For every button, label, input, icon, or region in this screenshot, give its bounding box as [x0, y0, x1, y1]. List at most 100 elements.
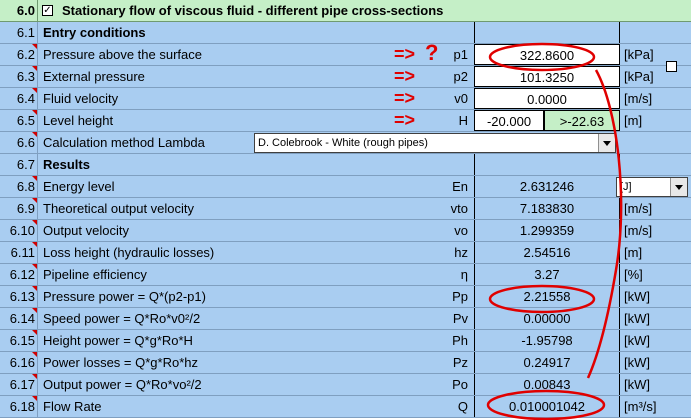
unit-label: [kW] [624, 377, 650, 392]
chevron-down-icon[interactable] [598, 134, 615, 152]
result-row: 6.11 Loss height (hydraulic losses) hz 2.54… [0, 242, 691, 264]
section-entry-conditions: 6.1 Entry conditions [0, 22, 691, 44]
row-number: 6.12 [0, 264, 38, 285]
result-row: 6.12 Pipeline efficiency η 3.27 [%] [0, 264, 691, 286]
row-number: 6.14 [0, 308, 38, 329]
unit-label: [m] [624, 245, 643, 260]
symbol: Q [457, 399, 468, 414]
spreadsheet-sheet: 6.0 ✓ Stationary flow of viscous fluid -… [0, 0, 691, 420]
entry-row: 6.6 Calculation method Lambda D. Colebrook… [0, 132, 691, 154]
unit-label: [m/s] [624, 201, 653, 216]
unit-label: [m³/s] [624, 399, 657, 414]
red-arrow-indicator: => [394, 44, 416, 64]
row-label: Fluid velocity [43, 91, 119, 106]
section-title: Entry conditions [43, 25, 146, 40]
result-row: 6.9 Theoretical output velocity vto 7.18383… [0, 198, 691, 220]
row-number: 6.17 [0, 374, 38, 395]
row-number: 6.8 [0, 176, 38, 197]
dropdown-value: D. Colebrook - White (rough pipes) [258, 137, 428, 149]
row-label: Pressure power = Q*(p2-p1) [43, 289, 206, 304]
result-value: 2.21558 [474, 286, 620, 307]
entry-value-column [474, 22, 620, 43]
row-number: 6.10 [0, 220, 38, 241]
section-results: 6.7 Results [0, 154, 691, 176]
row-number: 6.4 [0, 88, 38, 109]
result-value: -1.95798 [474, 330, 620, 351]
row-label: Level height [43, 113, 114, 128]
comment-marker-icon [32, 308, 37, 313]
row-number: 6.2 [0, 44, 38, 65]
comment-marker-icon [32, 242, 37, 247]
page-title: Stationary flow of viscous fluid - diffe… [62, 3, 444, 18]
limit-value: >-22.63 [544, 110, 620, 131]
section-title: Results [43, 157, 90, 172]
comment-marker-icon [32, 176, 37, 181]
row-number: 6.5 [0, 110, 38, 131]
comment-marker-icon [32, 396, 37, 401]
row-number: 6.7 [0, 154, 38, 175]
comment-marker-icon [32, 264, 37, 269]
value-input[interactable]: 101.3250 [474, 66, 620, 87]
energy-unit-dropdown[interactable]: [J] [616, 177, 688, 197]
row-number: 6.11 [0, 242, 38, 263]
comment-marker-icon [32, 88, 37, 93]
row-label: External pressure [43, 69, 145, 84]
value-input[interactable]: -20.000 [474, 110, 544, 131]
row-number: 6.15 [0, 330, 38, 351]
symbol: Ph [452, 333, 468, 348]
row-number: 6.6 [0, 132, 38, 153]
value-input[interactable]: 322.8600 [474, 44, 620, 65]
result-value: 3.27 [474, 264, 620, 285]
value-input[interactable]: 0.0000 [474, 88, 620, 109]
comment-marker-icon [32, 132, 37, 137]
comment-marker-icon [32, 110, 37, 115]
row-number: 6.13 [0, 286, 38, 307]
unit-label: [kW] [624, 311, 650, 326]
option-checkbox[interactable] [666, 61, 677, 72]
header-checkbox[interactable]: ✓ [42, 5, 53, 16]
row-label: Output velocity [43, 223, 129, 238]
row-number: 6.16 [0, 352, 38, 373]
chevron-down-icon[interactable] [670, 178, 687, 196]
symbol: vo [454, 223, 468, 238]
unit-label: [m] [624, 113, 643, 128]
row-label: Speed power = Q*Ro*v0²/2 [43, 311, 201, 326]
result-value: 2.631246 [474, 176, 620, 197]
row-number: 6.18 [0, 396, 38, 417]
entry-row: 6.2 Pressure above the surface =>? p1 322.86… [0, 42, 691, 66]
entry-row: 6.4 Fluid velocity => v0 0.0000 [m/s] [0, 88, 691, 110]
lambda-method-dropdown[interactable]: D. Colebrook - White (rough pipes) [254, 133, 616, 153]
result-row: 6.13 Pressure power = Q*(p2-p1) Pp 2.21558 [… [0, 286, 691, 308]
section-header-row: 6.0 ✓ Stationary flow of viscous fluid -… [0, 0, 691, 22]
result-row: 6.17 Output power = Q*Ro*vo²/2 Po 0.00843 [k… [0, 374, 691, 396]
entry-row: 6.3 External pressure => p2 101.3250 [kPa] [0, 66, 691, 88]
row-label: Theoretical output velocity [43, 201, 195, 216]
red-arrow-indicator: => [394, 110, 416, 130]
symbol: p1 [453, 47, 468, 62]
check-icon: ✓ [43, 5, 52, 16]
result-value: 0.010001042 [474, 396, 620, 417]
row-label: Output power = Q*Ro*vo²/2 [43, 377, 202, 392]
row-label: Height power = Q*g*Ro*H [43, 333, 193, 348]
symbol: Pp [452, 289, 468, 304]
comment-marker-icon [32, 352, 37, 357]
row-label: Pressure above the surface [43, 47, 202, 62]
row-number: 6.1 [0, 22, 38, 43]
symbol: hz [454, 245, 468, 260]
symbol: Pz [452, 355, 468, 370]
result-row: 6.14 Speed power = Q*Ro*v0²/2 Pv 0.00000 [kW… [0, 308, 691, 330]
comment-marker-icon [32, 330, 37, 335]
result-row: 6.8 Energy level En 2.631246 [J] [0, 176, 691, 198]
unit-label: [kPa] [624, 47, 654, 62]
comment-marker-icon [32, 66, 37, 71]
result-value: 2.54516 [474, 242, 620, 263]
unit-label: [kW] [624, 289, 650, 304]
symbol: Po [452, 377, 468, 392]
symbol: p2 [453, 69, 468, 84]
entry-row: 6.5 Level height => H -20.000 >-22.63 [m] [0, 110, 691, 132]
comment-marker-icon [32, 374, 37, 379]
result-row: 6.18 Flow Rate Q 0.010001042 [m³/s] [0, 396, 691, 418]
red-arrow-indicator: => [394, 66, 416, 86]
symbol: v0 [454, 91, 468, 106]
result-row: 6.10 Output velocity vo 1.299359 [m/s] [0, 220, 691, 242]
